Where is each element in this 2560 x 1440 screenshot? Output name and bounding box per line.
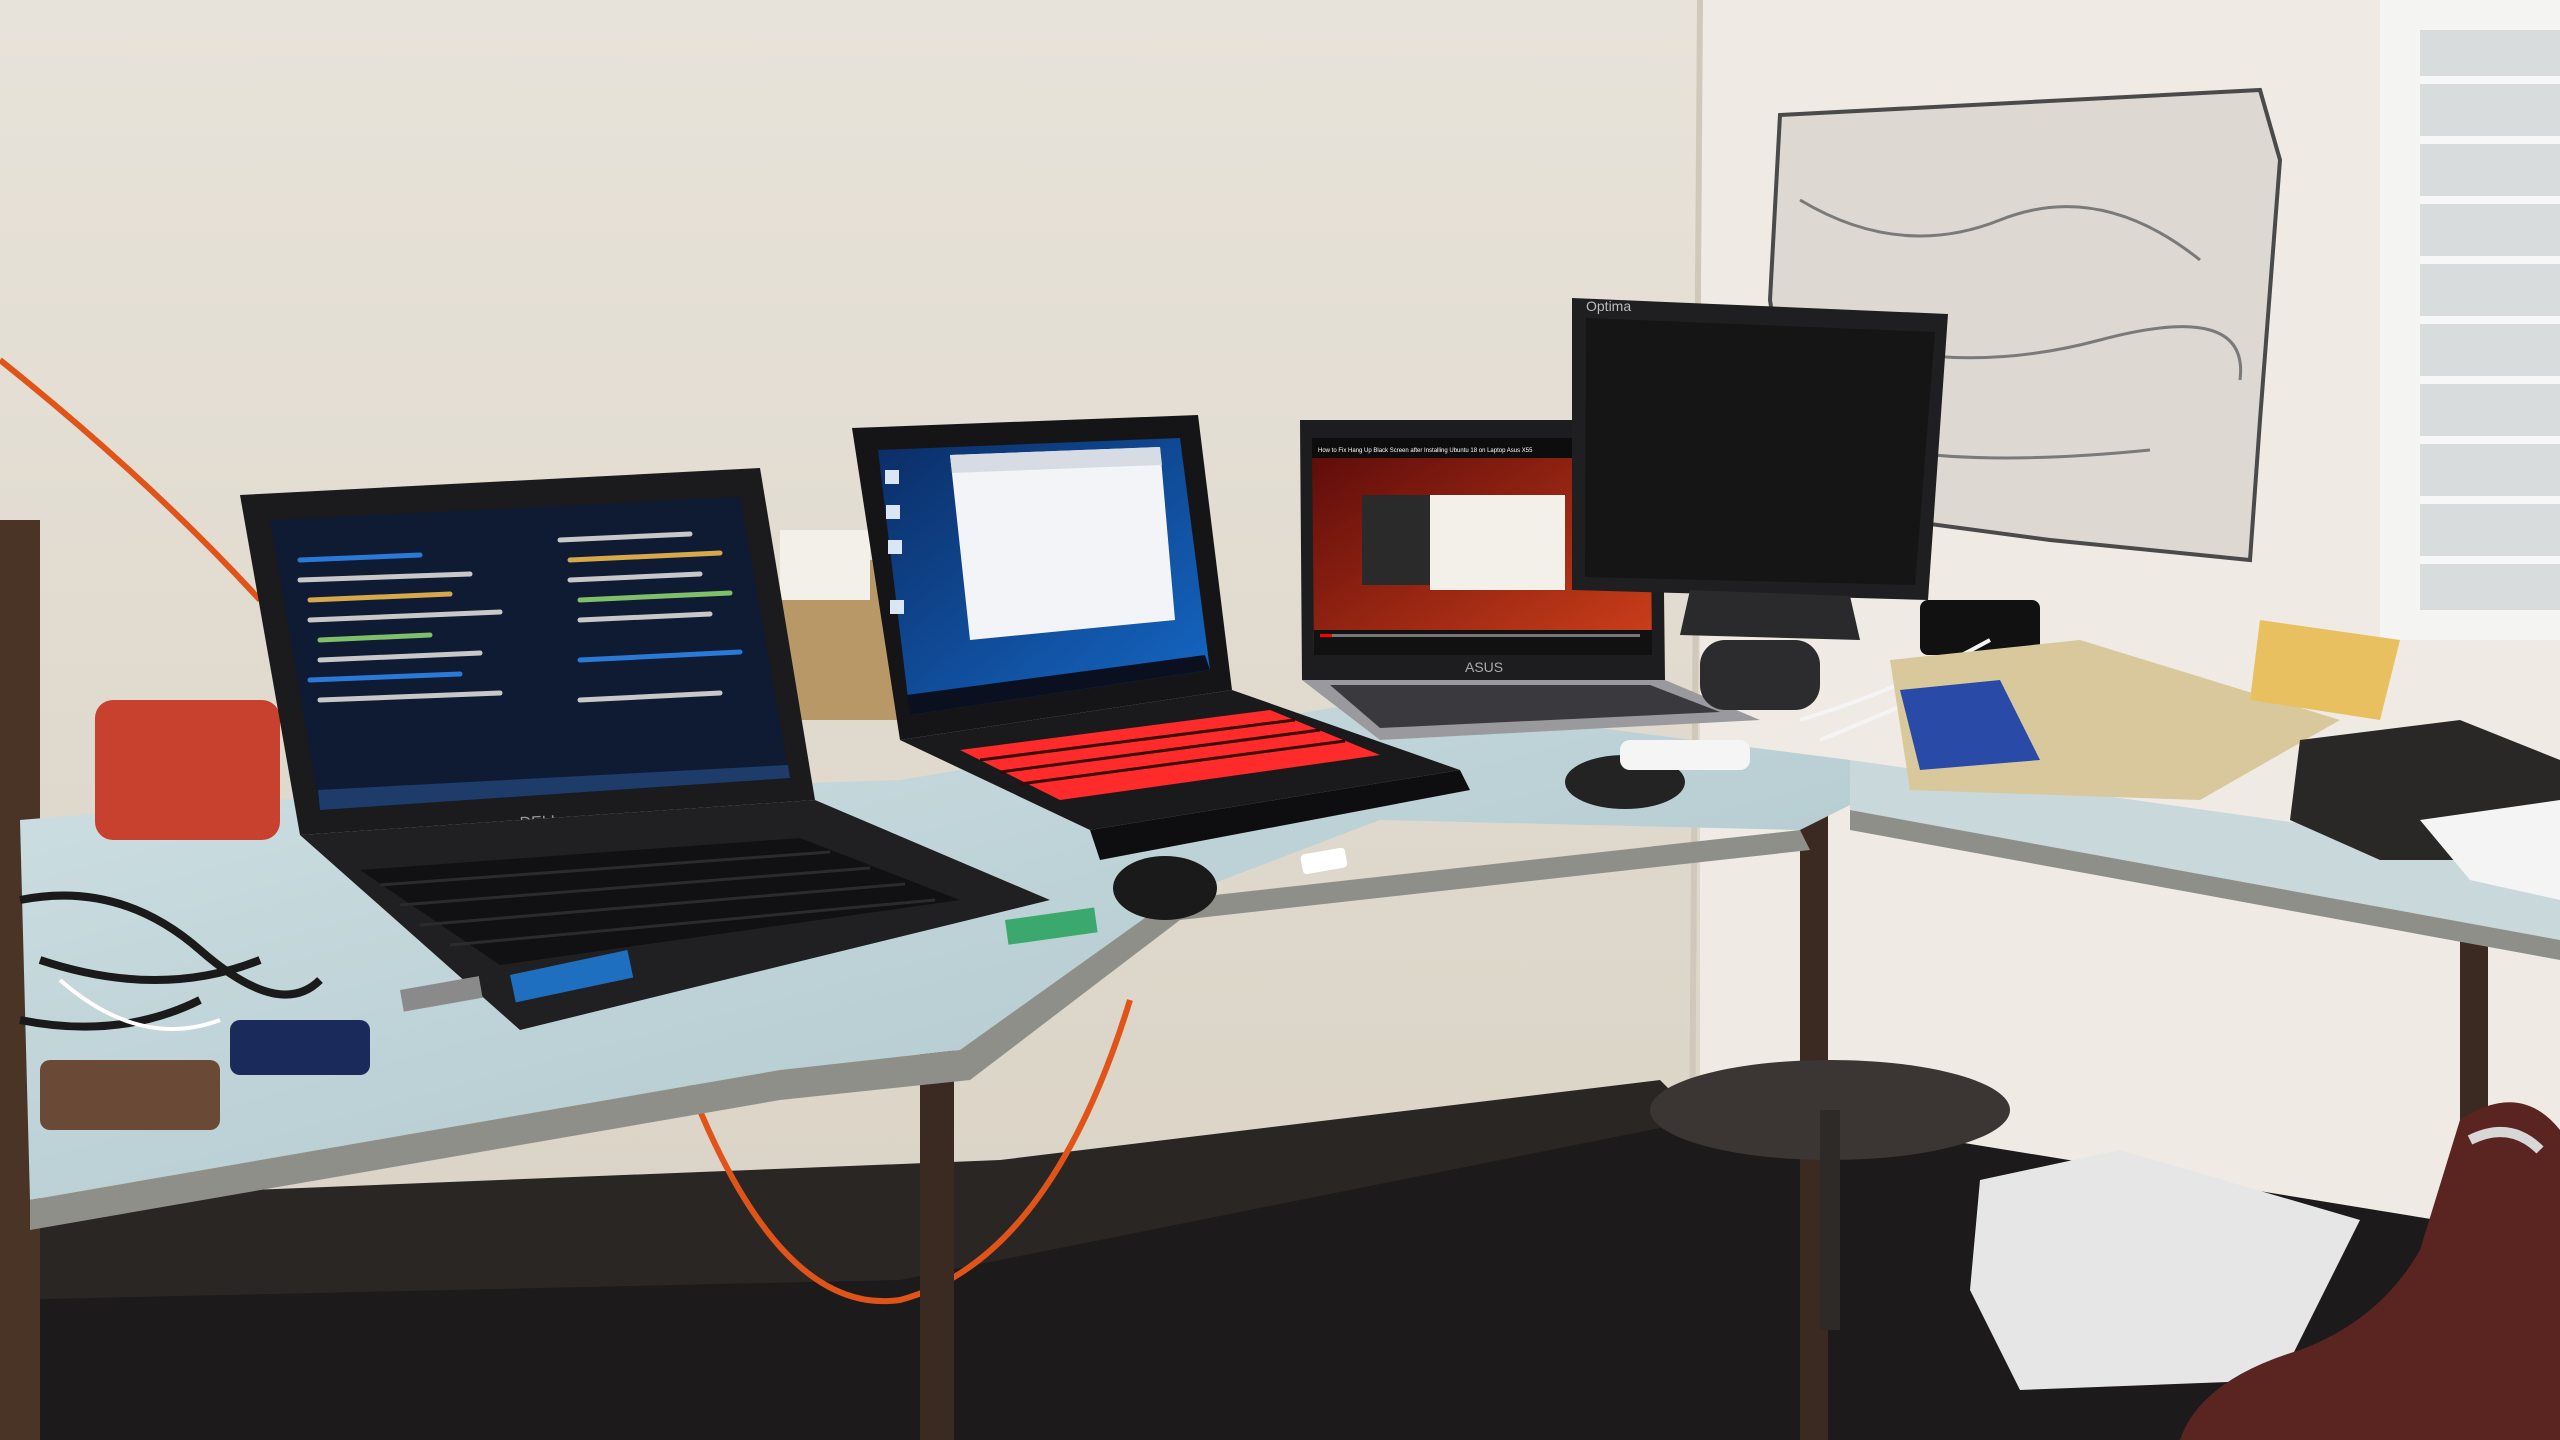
terminal-window (1362, 495, 1432, 585)
video-title: How to Fix Hang Up Black Screen after In… (1318, 448, 1533, 454)
video-progress (1320, 634, 1640, 637)
monitor-screen (1585, 318, 1935, 585)
power-bank (1620, 740, 1750, 770)
optima-logo: Optima (1586, 298, 1631, 314)
app-window (950, 447, 1175, 640)
dialog-window (1430, 495, 1565, 590)
photo-scene: DELL How to Fix Hang Up Black Scre (0, 0, 2560, 1440)
monitor: Optima (1572, 298, 1948, 640)
mobile-phone (230, 1020, 370, 1075)
video-controls (1314, 630, 1652, 655)
monitor-stand (1680, 590, 1860, 640)
wallet (40, 1060, 220, 1130)
asus-logo: ASUS (1465, 659, 1503, 675)
white-box (780, 530, 870, 600)
black-gadget (1700, 640, 1820, 710)
red-box (95, 700, 280, 840)
video-progress-played (1320, 634, 1332, 637)
table-leg (920, 1040, 954, 1440)
mouse (1113, 856, 1217, 920)
stool-pole (1820, 1110, 1840, 1330)
